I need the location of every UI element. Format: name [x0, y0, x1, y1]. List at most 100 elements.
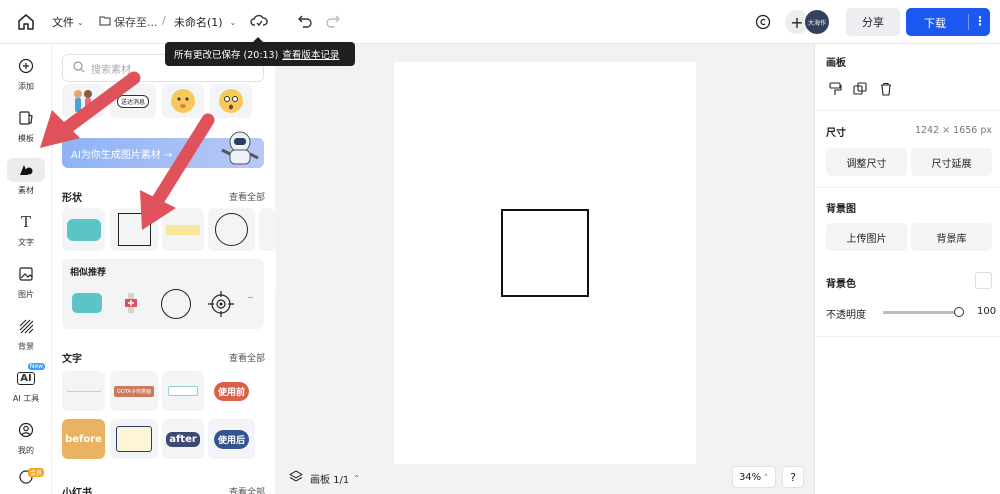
resize-label: 调整尺寸: [846, 158, 887, 170]
text-template-8-text: 使用后: [213, 429, 249, 449]
opacity-slider-fill: [883, 311, 959, 314]
save-to-button[interactable]: 保存至...: [99, 14, 158, 30]
shape-square[interactable]: [110, 208, 158, 251]
text-template-5-text: before: [65, 433, 102, 445]
nav-template[interactable]: 模板: [0, 102, 52, 148]
nav-mine[interactable]: 我的: [0, 414, 52, 460]
size-value: 1242 × 1656 px: [914, 125, 992, 136]
material-panel: 搜索素材 送达消息 AI为你生成图片素材 → 形状 查看全部 相似推荐 文字 查…: [52, 44, 275, 494]
similar-target-icon[interactable]: [207, 290, 235, 321]
sticker-message[interactable]: 送达消息: [110, 84, 156, 118]
text-template-2[interactable]: GOTA令你意面: [110, 371, 158, 411]
more-options-icon[interactable]: ⋮: [974, 14, 986, 28]
sticker-emoji-2[interactable]: [210, 84, 252, 118]
shape-rounded-rect[interactable]: [62, 208, 105, 251]
help-icon: ?: [790, 470, 796, 484]
text-template-7[interactable]: after: [162, 419, 204, 459]
xiaohongshu-see-all[interactable]: 查看全部: [229, 485, 265, 494]
text-template-2-text: GOTA令你意面: [114, 385, 154, 397]
astronaut-icon: [216, 130, 260, 171]
left-nav: 添加 模板 素材 T 文字 图片 背景 AI New AI 工具 我的 会员: [0, 44, 52, 494]
board-selector[interactable]: 画板 1/1 ⌃: [310, 468, 360, 488]
nav-text[interactable]: T 文字: [0, 206, 52, 252]
shape-more[interactable]: [259, 208, 275, 251]
nav-template-label: 模板: [18, 134, 34, 143]
nav-background[interactable]: 背景: [0, 310, 52, 356]
text-template-5[interactable]: before: [62, 419, 105, 459]
bg-image-title: 背景图: [826, 204, 856, 215]
home-icon[interactable]: [17, 13, 35, 31]
text-section-title: 文字: [62, 354, 82, 365]
redo-icon[interactable]: [326, 14, 340, 31]
member-badge: 会员: [28, 468, 45, 477]
tooltip-text: 所有更改已保存 (20:13): [174, 50, 279, 61]
search-input[interactable]: 搜索素材: [91, 61, 131, 76]
similar-recommend-box: 相似推荐: [62, 259, 264, 329]
delete-icon[interactable]: [879, 82, 893, 99]
extend-size-label: 尺寸延展: [931, 158, 972, 170]
similar-rounded-rect[interactable]: [72, 293, 102, 313]
canvas-square-shape[interactable]: [501, 209, 589, 297]
nav-member[interactable]: 会员: [0, 468, 52, 494]
nav-mine-label: 我的: [18, 446, 34, 455]
undo-icon[interactable]: [298, 14, 312, 31]
format-painter-icon[interactable]: [828, 82, 842, 99]
text-template-4[interactable]: 使用前: [208, 371, 255, 411]
copyright-icon[interactable]: [755, 14, 771, 33]
text-template-3[interactable]: [162, 371, 204, 411]
chevron-up-icon: ⌃: [353, 473, 360, 483]
breadcrumb-separator: /: [162, 14, 166, 27]
opacity-slider-handle[interactable]: [954, 307, 964, 317]
shape-circle[interactable]: [208, 208, 255, 251]
ai-banner-text: AI为你生成图片素材 →: [71, 150, 173, 161]
extend-size-button[interactable]: 尺寸延展: [911, 148, 992, 176]
nav-material[interactable]: 素材: [0, 154, 52, 200]
opacity-value: 100: [977, 306, 997, 317]
bg-library-label: 背景库: [936, 233, 967, 245]
shape-yellow-rect[interactable]: [162, 208, 204, 251]
nav-ai-tools[interactable]: AI New AI 工具: [0, 362, 52, 408]
top-toolbar: 文件 ⌄ 保存至... / 未命名(1) ⌄ + 大海作 分享 下载 ⋮: [0, 0, 1000, 44]
ai-generate-banner[interactable]: AI为你生成图片素材 →: [62, 131, 264, 168]
download-button[interactable]: 下载 ⋮: [906, 8, 990, 36]
layers-button[interactable]: [286, 468, 306, 488]
text-see-all[interactable]: 查看全部: [229, 351, 265, 364]
download-divider: [968, 14, 969, 30]
zoom-value: 34%: [738, 471, 762, 483]
shapes-see-all[interactable]: 查看全部: [229, 190, 265, 203]
duplicate-icon[interactable]: [853, 82, 867, 99]
tooltip-arrow: [253, 37, 263, 42]
text-template-8[interactable]: 使用后: [208, 419, 255, 459]
bg-library-button[interactable]: 背景库: [911, 223, 992, 251]
bg-color-title: 背景色: [826, 279, 856, 290]
help-button[interactable]: ?: [782, 466, 804, 488]
collaborators[interactable]: + 大海作: [785, 10, 830, 34]
upload-image-button[interactable]: 上传图片: [826, 223, 907, 251]
share-button[interactable]: 分享: [846, 8, 900, 36]
avatar[interactable]: 大海作: [805, 10, 829, 34]
file-menu[interactable]: 文件 ⌄: [52, 14, 84, 30]
similar-more-dash: [248, 297, 253, 298]
nav-add[interactable]: 添加: [0, 50, 52, 96]
cloud-sync-icon[interactable]: [250, 13, 268, 32]
search-icon: [73, 60, 85, 76]
sticker-emoji-1[interactable]: [162, 84, 204, 118]
sticker-people[interactable]: [62, 84, 104, 118]
similar-medical-icon[interactable]: [122, 293, 140, 313]
bg-color-swatch[interactable]: [975, 272, 992, 289]
image-icon: [7, 262, 45, 286]
text-template-1[interactable]: [62, 371, 105, 411]
nav-image[interactable]: 图片: [0, 258, 52, 304]
zoom-control[interactable]: 34% ⌃: [732, 466, 776, 488]
resize-button[interactable]: 调整尺寸: [826, 148, 907, 176]
user-icon: [7, 418, 45, 442]
properties-panel: 画板 尺寸 1242 × 1656 px 调整尺寸 尺寸延展 背景图 上传图片 …: [814, 44, 1000, 494]
xiaohongshu-title: 小红书: [62, 488, 92, 494]
text-template-6[interactable]: [110, 419, 158, 459]
artboard[interactable]: [394, 62, 696, 464]
doc-name-button[interactable]: 未命名(1) ⌄: [174, 14, 236, 30]
version-history-link[interactable]: 查看版本记录: [282, 47, 339, 61]
similar-circle[interactable]: [161, 289, 191, 319]
nav-text-label: 文字: [18, 238, 34, 247]
opacity-slider[interactable]: [883, 306, 964, 318]
